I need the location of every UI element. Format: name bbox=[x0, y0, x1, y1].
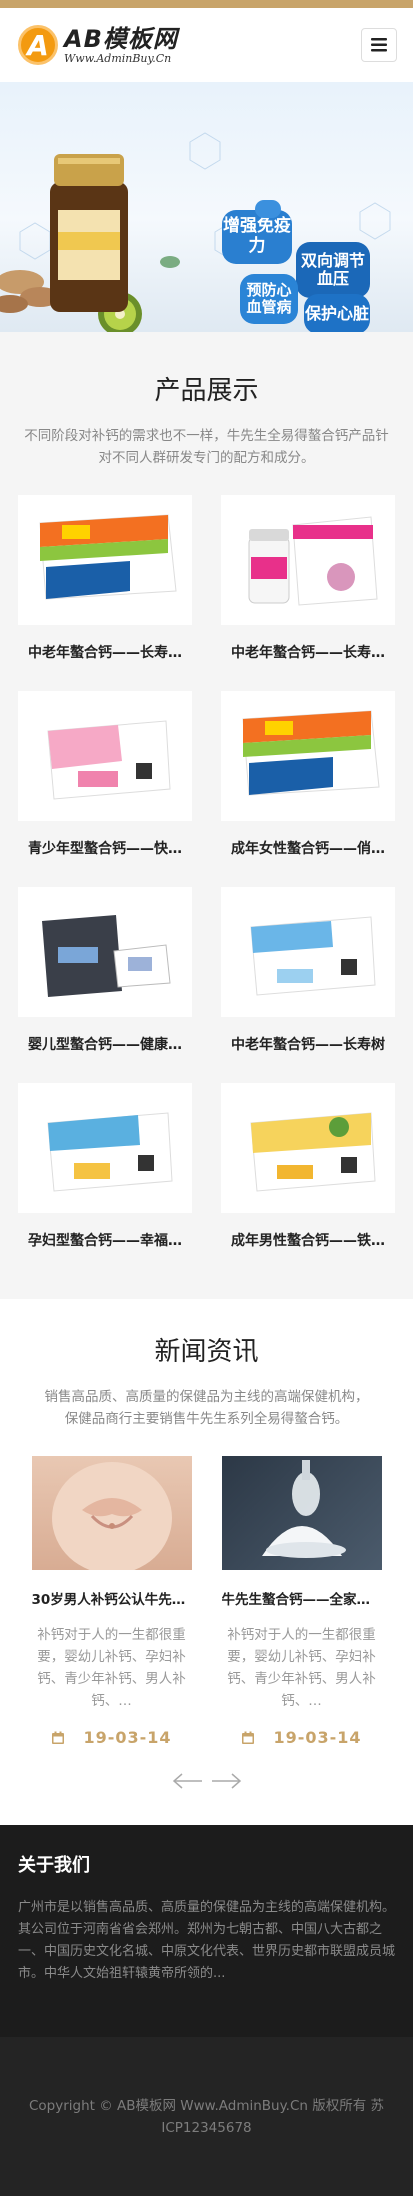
about-text: 广州市是以销售高品质、高质量的保健品为主线的高端保健机构。其公司位于河南省省会郑… bbox=[18, 1900, 396, 1981]
about-title: 关于我们 bbox=[18, 1855, 90, 1876]
site-header: A AB模板网 Www.AdminBuy.Cn bbox=[0, 8, 413, 82]
news-title-text[interactable]: 牛先生螯合钙——全家… bbox=[222, 1588, 382, 1608]
product-card[interactable]: 成年男性螯合钙——铁… bbox=[221, 1083, 395, 1269]
product-box-art bbox=[248, 516, 378, 606]
news-date: 19-03-14 bbox=[222, 1728, 382, 1747]
calendar-icon bbox=[242, 1731, 255, 1744]
product-image[interactable] bbox=[221, 495, 395, 625]
product-card[interactable]: 中老年螯合钙——长寿树 bbox=[221, 887, 395, 1073]
puzzle-piece bbox=[255, 200, 281, 218]
about-section: 关于我们 广州市是以销售高品质、高质量的保健品为主线的高端保健机构。其公司位于河… bbox=[0, 1825, 413, 2037]
product-image[interactable] bbox=[221, 887, 395, 1017]
product-card[interactable]: 中老年螯合钙——长寿… bbox=[221, 495, 395, 681]
hamburger-menu-icon bbox=[371, 38, 387, 52]
product-card[interactable]: 青少年型螯合钙——快… bbox=[18, 691, 192, 877]
news-title: 新闻资讯 bbox=[154, 1337, 259, 1367]
menu-toggle-button[interactable] bbox=[361, 28, 397, 62]
news-carousel: 30岁男人补钙公认牛先… 补钙对于人的一生都很重要，婴幼儿补钙、孕妇补钙、青少年… bbox=[0, 1456, 413, 1747]
product-box-art bbox=[242, 710, 380, 796]
news-excerpt: 补钙对于人的一生都很重要，婴幼儿补钙、孕妇补钙、青少年补钙、男人补钙、… bbox=[227, 1627, 376, 1709]
product-box-art bbox=[42, 915, 171, 997]
product-image[interactable] bbox=[221, 1083, 395, 1213]
product-card[interactable]: 孕妇型螯合钙——幸福… bbox=[18, 1083, 192, 1269]
product-title[interactable]: 孕妇型螯合钙——幸福… bbox=[18, 1213, 192, 1269]
site-footer: Copyright © AB模板网 Www.AdminBuy.Cn 版权所有 苏… bbox=[0, 2037, 413, 2196]
product-title[interactable]: 中老年螯合钙——长寿树 bbox=[221, 1017, 395, 1073]
arrow-left-icon[interactable] bbox=[172, 1773, 204, 1789]
news-date-value: 19-03-14 bbox=[273, 1728, 362, 1747]
news-image[interactable] bbox=[31, 1456, 192, 1570]
news-section: 新闻资讯 销售高品质、高质量的保健品为主线的高端保健机构，保健品商行主要销售牛先… bbox=[0, 1299, 413, 1825]
puzzle-piece: 预防心血管病 bbox=[240, 274, 298, 324]
products-section: 产品展示 不同阶段对补钙的需求也不一样，牛先生全易得螯合钙产品针对不同人群研发专… bbox=[0, 332, 413, 1299]
news-image[interactable] bbox=[221, 1456, 382, 1570]
product-box-art bbox=[47, 720, 171, 800]
carousel-nav bbox=[0, 1773, 413, 1789]
hero-banner[interactable]: 增强免疫力 双向调节血压 预防心血管病 保护心脏 bbox=[0, 82, 413, 332]
news-card[interactable]: 30岁男人补钙公认牛先… 补钙对于人的一生都很重要，婴幼儿补钙、孕妇补钙、青少年… bbox=[31, 1456, 192, 1747]
logo-title: AB模板网 bbox=[64, 24, 178, 53]
puzzle-piece: 双向调节血压 bbox=[296, 242, 370, 298]
site-logo[interactable]: A AB模板网 Www.AdminBuy.Cn bbox=[18, 25, 178, 65]
news-date: 19-03-14 bbox=[32, 1728, 192, 1747]
news-card[interactable]: 牛先生螯合钙——全家… 补钙对于人的一生都很重要，婴幼儿补钙、孕妇补钙、青少年补… bbox=[221, 1456, 382, 1747]
product-box-art bbox=[250, 916, 376, 996]
product-title[interactable]: 婴儿型螯合钙——健康… bbox=[18, 1017, 192, 1073]
news-date-value: 19-03-14 bbox=[83, 1728, 172, 1747]
logo-subtitle: Www.AdminBuy.Cn bbox=[64, 51, 172, 65]
product-box-art bbox=[47, 1112, 173, 1192]
product-image[interactable] bbox=[18, 691, 192, 821]
product-box-art bbox=[39, 514, 177, 600]
product-title[interactable]: 中老年螯合钙——长寿… bbox=[18, 625, 192, 681]
product-title[interactable]: 中老年螯合钙——长寿… bbox=[221, 625, 395, 681]
arrow-right-icon[interactable] bbox=[210, 1773, 242, 1789]
product-title[interactable]: 成年男性螯合钙——铁… bbox=[221, 1213, 395, 1269]
calendar-icon bbox=[52, 1731, 65, 1744]
news-title-text[interactable]: 30岁男人补钙公认牛先… bbox=[32, 1588, 192, 1608]
product-box-art bbox=[250, 1112, 376, 1192]
product-image[interactable] bbox=[18, 1083, 192, 1213]
products-title: 产品展示 bbox=[154, 376, 259, 406]
news-description: 销售高品质、高质量的保健品为主线的高端保健机构，保健品商行主要销售牛先生系列全易… bbox=[44, 1389, 369, 1427]
product-card[interactable]: 中老年螯合钙——长寿… bbox=[18, 495, 192, 681]
products-description: 不同阶段对补钙的需求也不一样，牛先生全易得螯合钙产品针对不同人群研发专门的配方和… bbox=[24, 428, 389, 466]
product-image[interactable] bbox=[18, 495, 192, 625]
product-grid: 中老年螯合钙——长寿… 中老年螯合钙——长寿… 青少年型螯合钙——快… 成年女性… bbox=[0, 495, 413, 1279]
product-title[interactable]: 成年女性螯合钙——俏… bbox=[221, 821, 395, 877]
copyright-text: Copyright © AB模板网 Www.AdminBuy.Cn 版权所有 苏… bbox=[28, 2097, 385, 2136]
logo-emblem: A bbox=[18, 25, 58, 65]
news-photo-art bbox=[261, 1460, 346, 1558]
top-accent-bar bbox=[0, 0, 413, 8]
news-excerpt: 补钙对于人的一生都很重要，婴幼儿补钙、孕妇补钙、青少年补钙、男人补钙、… bbox=[37, 1627, 186, 1709]
product-image[interactable] bbox=[18, 887, 192, 1017]
news-photo-art bbox=[51, 1462, 172, 1570]
product-image[interactable] bbox=[221, 691, 395, 821]
product-card[interactable]: 婴儿型螯合钙——健康… bbox=[18, 887, 192, 1073]
puzzle-piece: 保护心脏 bbox=[304, 294, 370, 332]
puzzle-piece: 增强免疫力 bbox=[222, 210, 292, 264]
product-title[interactable]: 青少年型螯合钙——快… bbox=[18, 821, 192, 877]
product-card[interactable]: 成年女性螯合钙——俏… bbox=[221, 691, 395, 877]
